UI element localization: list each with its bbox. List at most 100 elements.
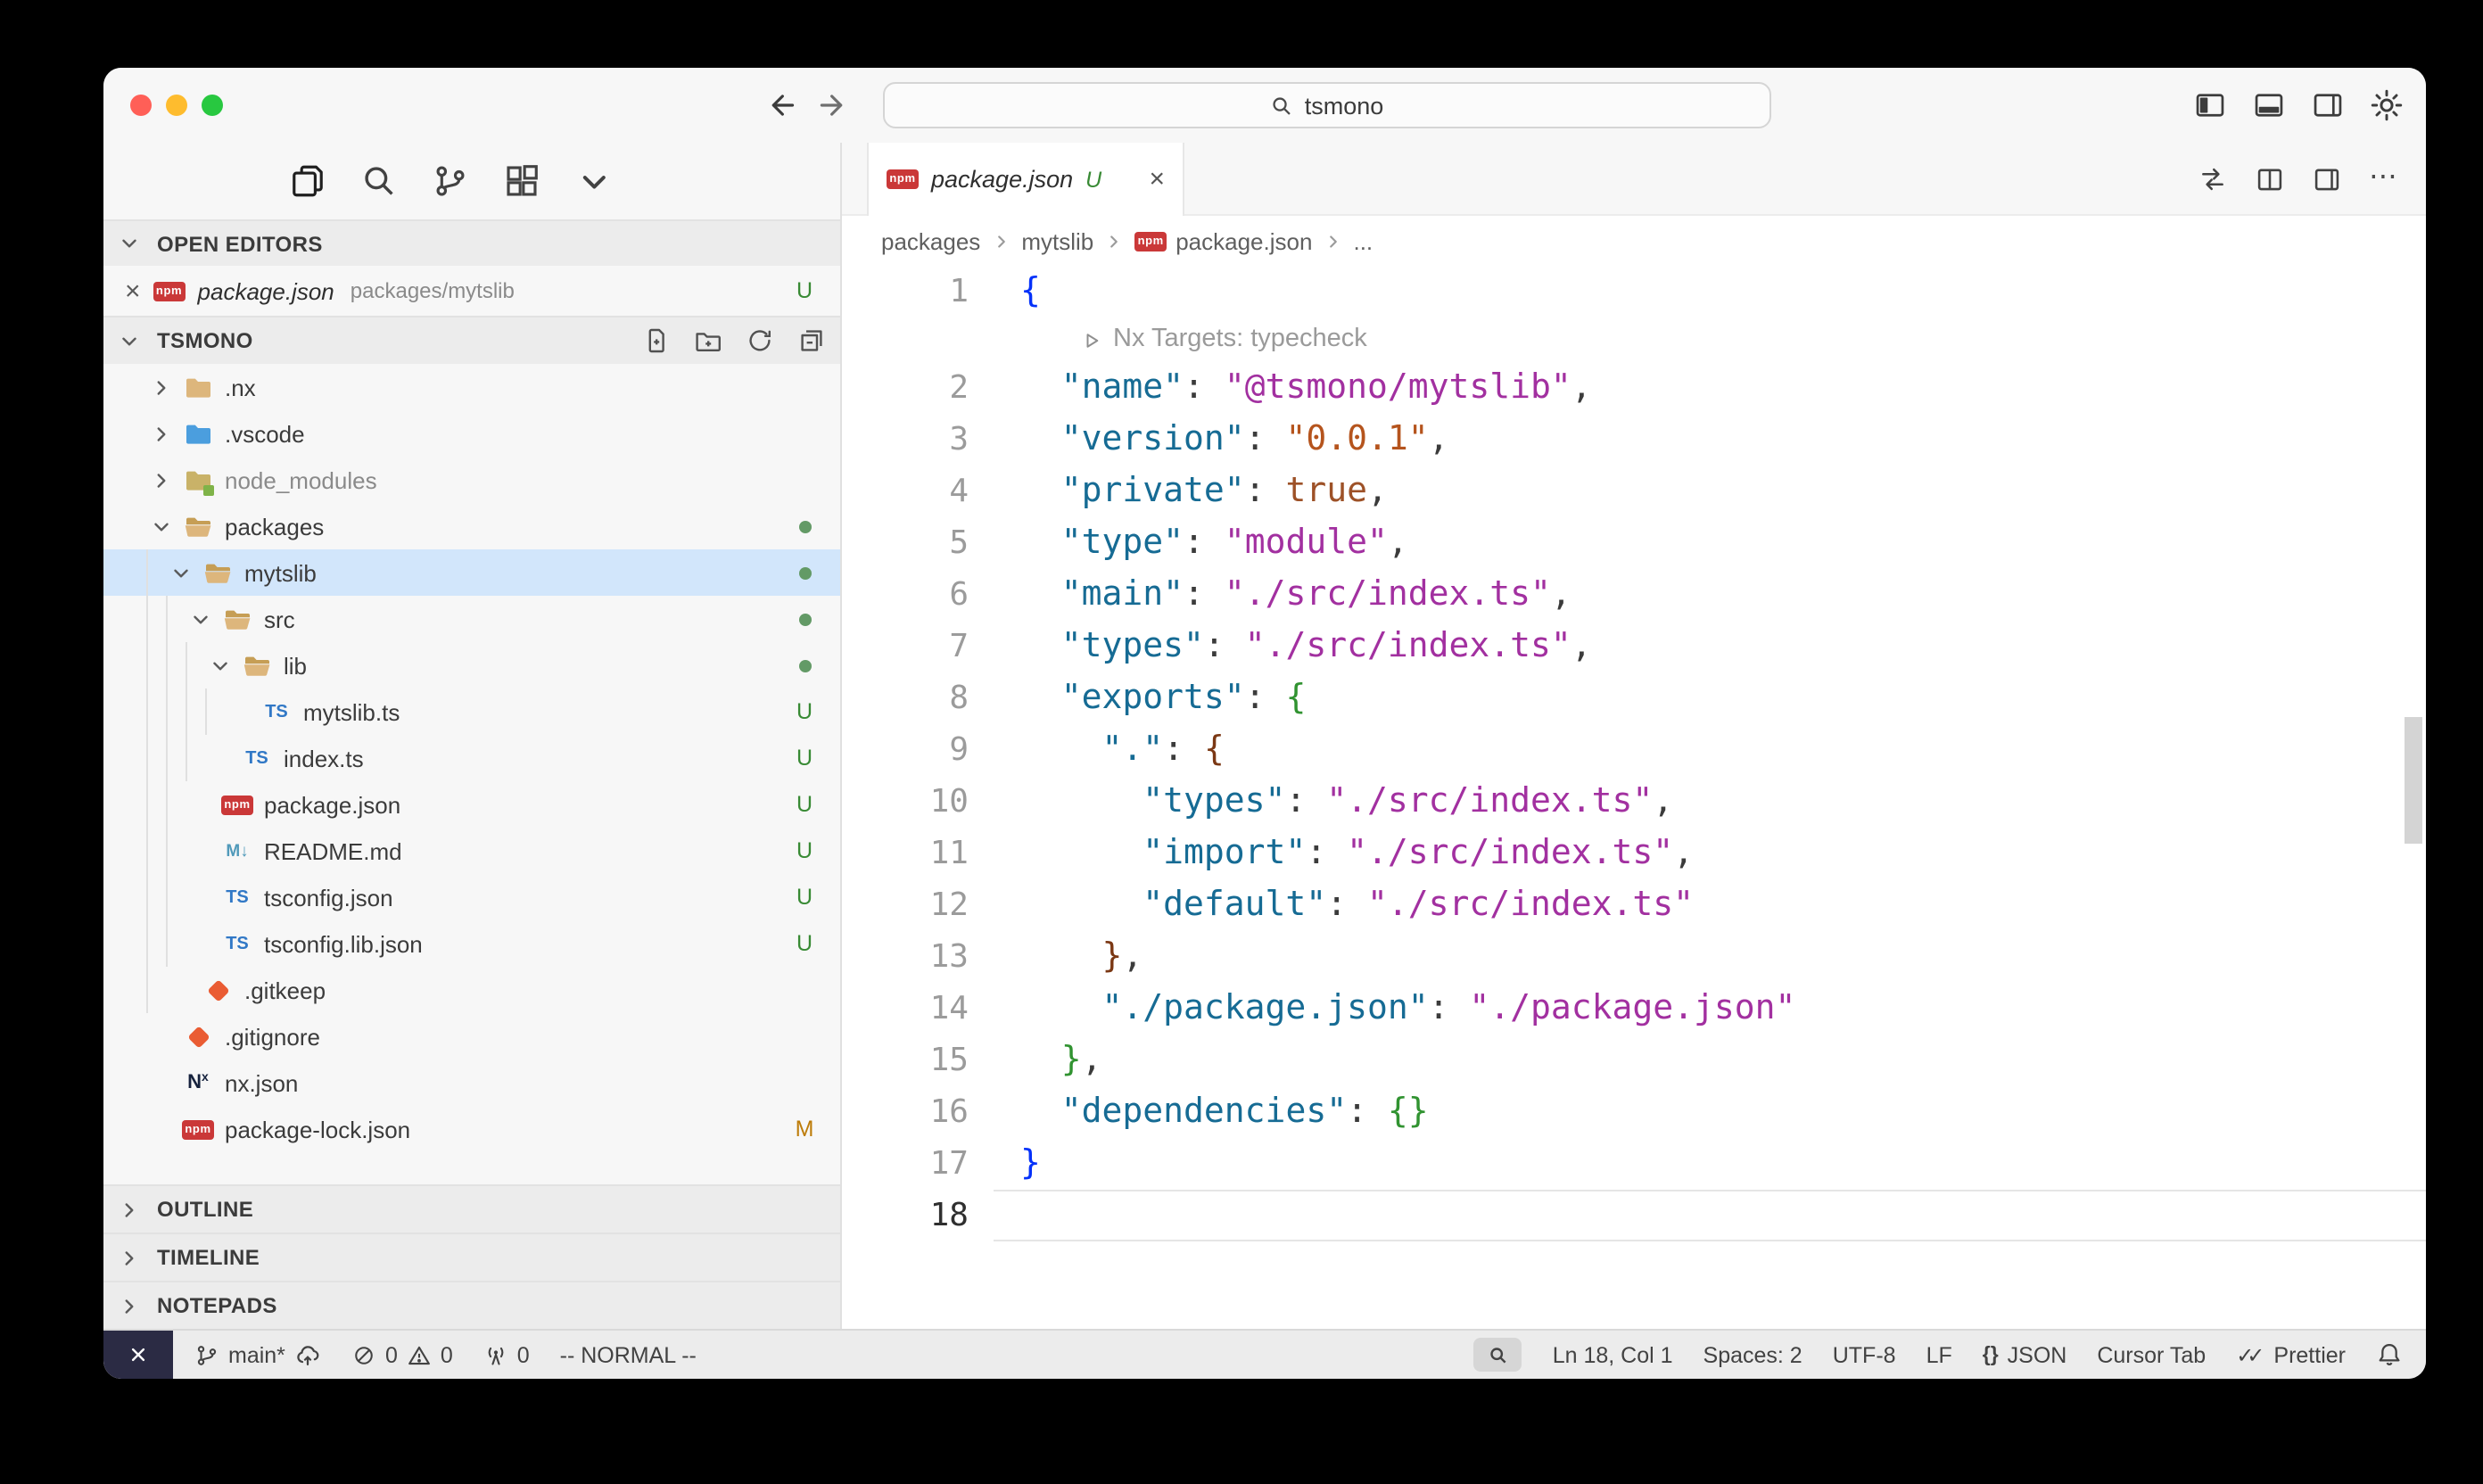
cursor-position-status[interactable]: Ln 18, Col 1 [1553, 1342, 1673, 1367]
codelens[interactable]: Nx Targets: typecheck [1081, 317, 2426, 362]
search-icon [1271, 94, 1294, 117]
ts-icon [241, 748, 273, 768]
toggle-panel-icon[interactable] [2253, 89, 2285, 121]
nx-icon [182, 1072, 214, 1093]
remote-indicator[interactable] [103, 1331, 173, 1379]
close-icon[interactable] [125, 277, 141, 304]
indent-guide [166, 781, 186, 828]
tree-item-package-lock.json[interactable]: package-lock.jsonM [103, 1106, 840, 1152]
new-file-icon[interactable] [642, 326, 671, 355]
more-views-chevron-icon[interactable] [574, 162, 612, 200]
tab-package-json[interactable]: package.json U [867, 143, 1184, 216]
code-line-8[interactable]: 8 "exports": { [842, 672, 2426, 724]
close-window-button[interactable] [130, 95, 152, 116]
search-view-icon[interactable] [360, 162, 398, 200]
section-header-timeline[interactable]: TIMELINE [103, 1233, 840, 1281]
cursor-tab-status[interactable]: Cursor Tab [2097, 1342, 2206, 1367]
section-header-outline[interactable]: OUTLINE [103, 1184, 840, 1233]
tree-item-package.json[interactable]: package.jsonU [103, 781, 840, 828]
new-folder-icon[interactable] [694, 326, 722, 355]
code-line-17[interactable]: 17} [842, 1138, 2426, 1190]
section-header-notepads[interactable]: NOTEPADS [103, 1281, 840, 1329]
code-line-15[interactable]: 15 }, [842, 1035, 2426, 1086]
code-line-9[interactable]: 9 ".": { [842, 724, 2426, 776]
code-line-16[interactable]: 16 "dependencies": {} [842, 1086, 2426, 1138]
minimize-window-button[interactable] [166, 95, 187, 116]
code-line-12[interactable]: 12 "default": "./src/index.ts" [842, 879, 2426, 931]
code-editor[interactable]: 1{Nx Targets: typecheck2 "name": "@tsmon… [842, 266, 2426, 1329]
explorer-section-header[interactable]: TSMONO [103, 316, 840, 364]
breadcrumb-item[interactable]: ... [1353, 227, 1373, 254]
extensions-icon[interactable] [503, 162, 540, 200]
code-line-11[interactable]: 11 "import": "./src/index.ts", [842, 828, 2426, 879]
tree-item-mytslib.ts[interactable]: mytslib.tsU [103, 688, 840, 735]
code-line-2[interactable]: 2 "name": "@tsmono/mytslib", [842, 362, 2426, 414]
formatter-status[interactable]: Prettier [2236, 1342, 2346, 1367]
tree-item-.vscode[interactable]: .vscode [103, 410, 840, 457]
settings-gear-icon[interactable] [2371, 89, 2403, 121]
code-text: "type": "module", [1020, 517, 1408, 569]
tree-item-.nx[interactable]: .nx [103, 364, 840, 410]
breadcrumb-item[interactable]: package.json [1134, 227, 1312, 254]
collapse-all-icon[interactable] [797, 326, 826, 355]
tree-item-src[interactable]: src [103, 596, 840, 642]
tree-item-index.ts[interactable]: index.tsU [103, 735, 840, 781]
code-line-13[interactable]: 13 }, [842, 931, 2426, 983]
tree-item-.gitkeep[interactable]: .gitkeep [103, 967, 840, 1013]
breadcrumb: packages mytslib package.json... [842, 216, 2426, 266]
code-line-5[interactable]: 5 "type": "module", [842, 517, 2426, 569]
back-icon[interactable] [763, 89, 796, 121]
workspace-name: TSMONO [157, 328, 253, 353]
publish-cloud-icon [294, 1341, 321, 1368]
explorer-icon[interactable] [289, 162, 326, 200]
code-line-4[interactable]: 4 "private": true, [842, 466, 2426, 517]
maximize-window-button[interactable] [202, 95, 223, 116]
chevron-down-icon [186, 607, 214, 631]
code-line-3[interactable]: 3 "version": "0.0.1", [842, 414, 2426, 466]
notifications-bell-icon[interactable] [2376, 1341, 2403, 1368]
zoom-indicator[interactable] [1474, 1338, 1522, 1372]
code-line-18[interactable]: 18 [842, 1190, 2426, 1241]
breadcrumb-item[interactable]: packages [881, 227, 980, 254]
command-center-search[interactable]: tsmono [883, 82, 1771, 128]
language-mode-status[interactable]: JSON [1983, 1342, 2067, 1367]
close-tab-icon[interactable] [1149, 166, 1165, 193]
code-line-14[interactable]: 14 "./package.json": "./package.json" [842, 983, 2426, 1035]
open-editor-item[interactable]: package.json packages/mytslib U [103, 266, 840, 316]
editor-layout-icon[interactable] [2312, 163, 2342, 194]
tree-item-tsconfig.json[interactable]: tsconfig.jsonU [103, 874, 840, 920]
toggle-secondary-sidebar-icon[interactable] [2312, 89, 2344, 121]
eol-status[interactable]: LF [1926, 1342, 1952, 1367]
tree-item-node_modules[interactable]: node_modules [103, 457, 840, 503]
code-line-1[interactable]: 1{ [842, 266, 2426, 317]
split-editor-icon[interactable] [2255, 163, 2285, 194]
tree-item-lib[interactable]: lib [103, 642, 840, 688]
indent-guide [186, 735, 205, 781]
tree-item-.gitignore[interactable]: .gitignore [103, 1013, 840, 1059]
vscode-icon [182, 419, 214, 448]
more-actions-icon[interactable] [2369, 164, 2397, 193]
breadcrumb-item[interactable]: mytslib [1021, 227, 1093, 254]
indentation-status[interactable]: Spaces: 2 [1703, 1342, 1802, 1367]
scrollbar-thumb[interactable] [2405, 717, 2422, 844]
compare-changes-icon[interactable] [2198, 163, 2228, 194]
tree-item-README.md[interactable]: README.mdU [103, 828, 840, 874]
untracked-badge: U [794, 885, 815, 910]
refresh-icon[interactable] [746, 326, 774, 355]
tree-item-nx.json[interactable]: nx.json [103, 1059, 840, 1106]
tree-item-tsconfig.lib.json[interactable]: tsconfig.lib.jsonU [103, 920, 840, 967]
code-line-10[interactable]: 10 "types": "./src/index.ts", [842, 776, 2426, 828]
forward-icon[interactable] [819, 89, 851, 121]
toggle-primary-sidebar-icon[interactable] [2194, 89, 2226, 121]
code-line-7[interactable]: 7 "types": "./src/index.ts", [842, 621, 2426, 672]
code-line-6[interactable]: 6 "main": "./src/index.ts", [842, 569, 2426, 621]
branch-status[interactable]: main* [194, 1341, 321, 1368]
open-editors-header[interactable]: OPEN EDITORS [103, 219, 840, 266]
git-status-badge: U [794, 278, 815, 303]
source-control-icon[interactable] [432, 162, 469, 200]
problems-status[interactable]: 0 0 [351, 1342, 453, 1367]
ports-status[interactable]: 0 [483, 1342, 530, 1367]
tree-item-mytslib[interactable]: mytslib [103, 549, 840, 596]
tree-item-packages[interactable]: packages [103, 503, 840, 549]
encoding-status[interactable]: UTF-8 [1833, 1342, 1896, 1367]
